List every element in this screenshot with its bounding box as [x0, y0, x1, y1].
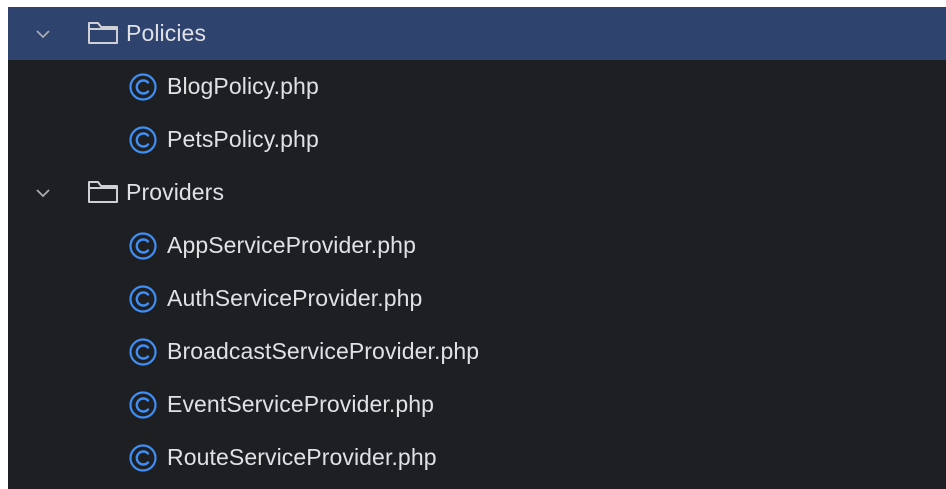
tree-file[interactable]: RouteServiceProvider.php	[8, 431, 946, 484]
tree-file[interactable]: BroadcastServiceProvider.php	[8, 325, 946, 378]
project-tree: Policies BlogPolicy.php PetsPolicy.php P…	[8, 7, 946, 489]
tree-file[interactable]: BlogPolicy.php	[8, 60, 946, 113]
class-icon	[129, 231, 157, 260]
class-icon	[129, 390, 157, 419]
class-icon	[129, 337, 157, 366]
file-label: EventServiceProvider.php	[167, 391, 435, 417]
tree-folder-providers[interactable]: Providers	[8, 166, 946, 219]
class-icon	[129, 125, 157, 154]
class-icon	[129, 443, 157, 472]
folder-label-policies: Policies	[126, 20, 207, 46]
tree-file[interactable]: EventServiceProvider.php	[8, 378, 946, 431]
tree-folder-policies[interactable]: Policies	[8, 7, 946, 60]
class-icon	[129, 284, 157, 313]
tree-file[interactable]: AppServiceProvider.php	[8, 219, 946, 272]
file-label: AppServiceProvider.php	[167, 232, 416, 258]
folder-label-providers: Providers	[126, 179, 225, 205]
tree-file[interactable]: AuthServiceProvider.php	[8, 272, 946, 325]
file-label: BroadcastServiceProvider.php	[167, 338, 480, 364]
file-label: BlogPolicy.php	[167, 73, 319, 99]
chevron-down-icon[interactable]	[32, 23, 54, 45]
file-label: RouteServiceProvider.php	[167, 444, 437, 470]
file-label: AuthServiceProvider.php	[167, 285, 423, 311]
class-icon	[129, 72, 157, 101]
folder-icon	[88, 180, 118, 203]
tree-file[interactable]: PetsPolicy.php	[8, 113, 946, 166]
file-label: PetsPolicy.php	[167, 126, 319, 152]
folder-icon	[88, 21, 118, 44]
chevron-down-icon[interactable]	[32, 182, 54, 204]
